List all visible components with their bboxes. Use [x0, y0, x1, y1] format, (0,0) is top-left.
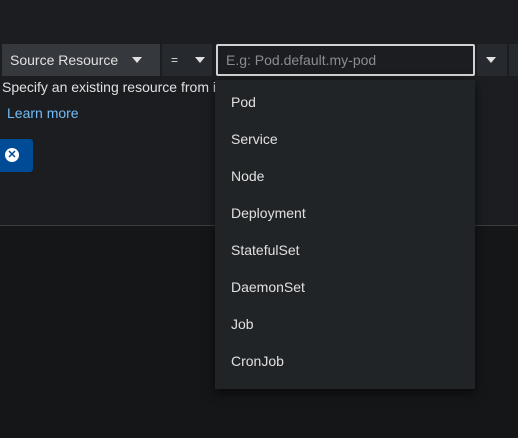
learn-more-link[interactable]: Learn more — [7, 105, 79, 121]
typeahead-toggle-button[interactable] — [477, 44, 507, 76]
menu-item-service[interactable]: Service — [215, 121, 475, 158]
resource-value-input[interactable] — [216, 44, 475, 76]
field-select[interactable]: Source Resource — [2, 44, 160, 76]
menu-item-node[interactable]: Node — [215, 158, 475, 195]
operator-select-label: = — [171, 53, 179, 67]
menu-item-job[interactable]: Job — [215, 306, 475, 343]
operator-select[interactable]: = — [162, 44, 212, 76]
menu-item-pod[interactable]: Pod — [215, 84, 475, 121]
remove-filter-button[interactable]: ✕ — [0, 139, 33, 172]
menu-item-statefulset[interactable]: StatefulSet — [215, 232, 475, 269]
menu-item-daemonset[interactable]: DaemonSet — [215, 269, 475, 306]
caret-down-icon — [132, 57, 142, 63]
menu-item-deployment[interactable]: Deployment — [215, 195, 475, 232]
menu-item-cronjob[interactable]: CronJob — [215, 343, 475, 380]
resource-type-menu: Pod Service Node Deployment StatefulSet … — [215, 80, 475, 389]
adjacent-control-edge — [509, 44, 518, 76]
caret-down-icon — [486, 57, 496, 63]
helper-text: Specify an existing resource from i — [2, 79, 215, 95]
caret-down-icon — [195, 57, 205, 63]
field-select-label: Source Resource — [10, 52, 119, 68]
times-circle-icon: ✕ — [5, 148, 19, 162]
